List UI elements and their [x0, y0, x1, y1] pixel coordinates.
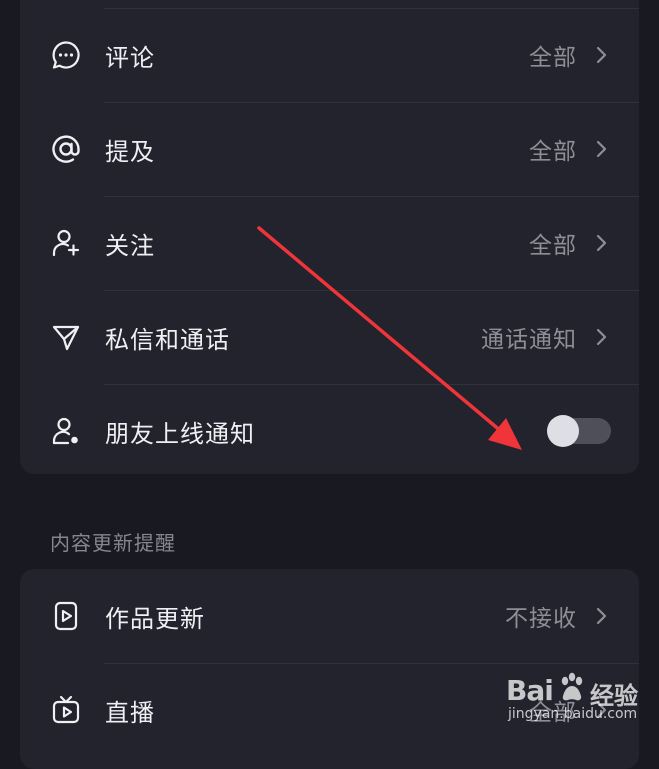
user-online-icon: [50, 415, 82, 447]
row-divider: [104, 663, 639, 664]
setting-label: 朋友上线通知: [105, 419, 255, 448]
section-title-content-updates: 内容更新提醒: [50, 531, 176, 555]
baidu-jingyan-watermark: Bai 经验 jingyan.baidu.com: [506, 670, 652, 730]
send-message-icon: [50, 321, 82, 353]
chevron-right-icon: [596, 46, 607, 64]
chevron-right-icon: [596, 140, 607, 158]
watermark-url-text: jingyan.baidu.com: [508, 706, 638, 722]
settings-row-friend-online[interactable]: 朋友上线通知: [20, 384, 639, 474]
row-divider: [104, 8, 639, 9]
at-mention-icon: [50, 133, 82, 165]
row-divider: [104, 290, 639, 291]
chevron-right-icon: [596, 607, 607, 625]
chevron-right-icon: [596, 328, 607, 346]
settings-row-comment[interactable]: 评论 全部: [20, 8, 639, 102]
setting-label: 私信和通话: [105, 325, 230, 354]
settings-row-messages-calls[interactable]: 私信和通话 通话通知: [20, 290, 639, 384]
friend-online-toggle[interactable]: [547, 415, 611, 447]
row-divider: [104, 102, 639, 103]
setting-label: 评论: [105, 43, 155, 72]
settings-row-mention[interactable]: 提及 全部: [20, 102, 639, 196]
settings-row-follow[interactable]: 关注 全部: [20, 196, 639, 290]
settings-row-works-update[interactable]: 作品更新 不接收: [20, 569, 639, 663]
paw-logo-icon: [561, 672, 583, 701]
setting-label: 作品更新: [105, 604, 205, 633]
setting-label: 直播: [105, 698, 155, 727]
setting-value: 全部: [529, 233, 577, 259]
row-divider: [104, 196, 639, 197]
comment-icon: [50, 39, 82, 71]
watermark-logo-text: Bai: [506, 674, 554, 707]
toggle-knob: [547, 415, 579, 447]
row-divider: [104, 384, 639, 385]
live-tv-icon: [50, 694, 82, 726]
setting-value: 全部: [529, 45, 577, 71]
video-play-icon: [50, 600, 82, 632]
setting-value: 不接收: [505, 606, 577, 632]
chevron-right-icon: [596, 234, 607, 252]
content-updates-card: 作品更新 不接收 直播 全部: [20, 569, 639, 769]
add-user-icon: [50, 227, 82, 259]
interaction-settings-card: 评论 全部 提及 全部 关注 全部 私信和通话 通话通知 朋友上线通知: [20, 0, 639, 474]
setting-value: 通话通知: [481, 327, 577, 353]
setting-label: 提及: [105, 137, 155, 166]
setting-label: 关注: [105, 231, 155, 260]
setting-value: 全部: [529, 139, 577, 165]
